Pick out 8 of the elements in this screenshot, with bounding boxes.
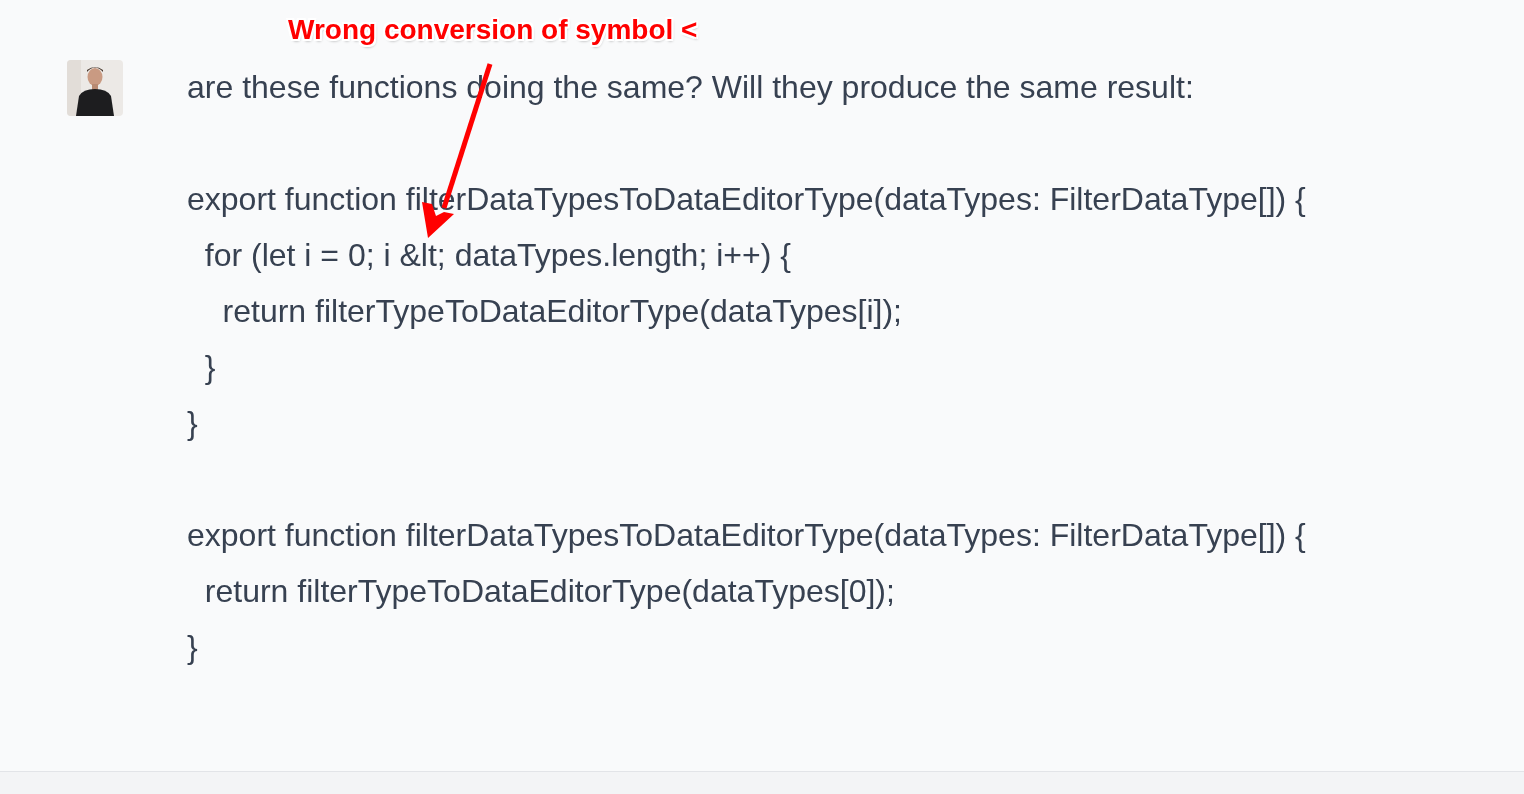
code-line: } [203, 348, 216, 387]
code-line: return filterTypeToDataEditorType(dataTypes[i]); [221, 292, 902, 331]
code-line: for (let i = 0; i &lt; dataTypes.length; i++) { [203, 236, 791, 275]
code-line: } [187, 628, 198, 667]
code-line: export function filterDataTypesToDataEditorType(dataTypes: FilterDataType[]) { [187, 516, 1306, 555]
code-line: } [187, 404, 198, 443]
code-line: return filterTypeToDataEditorType(dataTypes[0]); [203, 572, 895, 611]
annotation-text: Wrong conversion of symbol < [288, 14, 698, 46]
